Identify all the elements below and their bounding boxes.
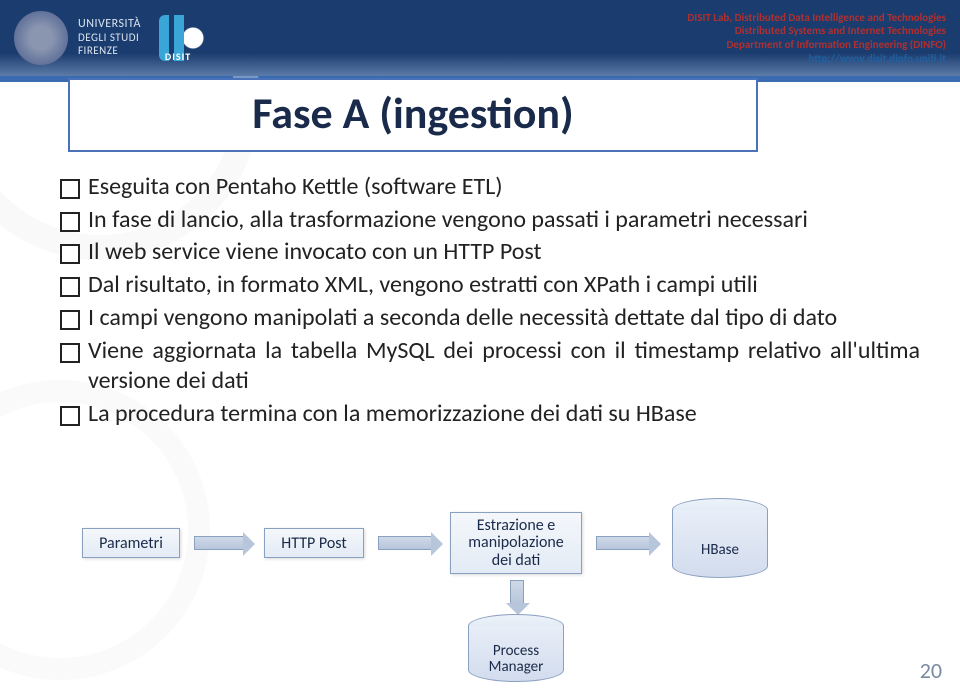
arrow-icon — [596, 536, 650, 550]
arrow-icon — [194, 536, 244, 550]
lab-subtitle: Distributed Systems and Internet Technol… — [687, 24, 946, 38]
uni-line-2: DEGLI STUDI — [78, 32, 141, 45]
bullet-list: Eseguita con Pentaho Kettle (software ET… — [60, 172, 920, 430]
flow-diagram: Parametri HTTP Post Estrazione e manipol… — [82, 512, 902, 682]
slide-title: Fase A (ingestion) — [80, 86, 746, 140]
diagram-cylinder-hbase: HBase — [672, 498, 768, 578]
lab-name: DISIT Lab, Distributed Data Intelligence… — [687, 11, 946, 25]
list-item: In fase di lancio, alla trasformazione v… — [60, 205, 920, 236]
cylinder-label-line: Manager — [489, 660, 544, 676]
list-item: I campi vengono manipolati a seconda del… — [60, 303, 920, 334]
header-affiliation: DISIT Lab, Distributed Data Intelligence… — [687, 11, 946, 66]
diagram-box-parametri: Parametri — [82, 528, 180, 558]
diagram-cylinder-process-manager: Process Manager — [468, 614, 564, 682]
arrow-down-icon — [510, 580, 524, 604]
page-number: 20 — [920, 657, 942, 684]
diagram-box-extraction: Estrazione e manipolazione dei dati — [450, 512, 582, 574]
cylinder-body: Process Manager — [468, 626, 564, 682]
arrow-icon — [378, 536, 432, 550]
cylinder-label: HBase — [701, 541, 739, 559]
header-bar: UNIVERSITÀ DEGLI STUDI FIRENZE DISIT Lab… — [0, 0, 960, 76]
lab-url: http://www.disit.dinfo.unifi.it — [687, 52, 946, 66]
disit-logo-icon — [159, 15, 227, 61]
university-seal-icon — [14, 11, 68, 65]
list-item: Il web service viene invocato con un HTT… — [60, 237, 920, 268]
cylinder-body: HBase — [672, 510, 768, 578]
diagram-box-line: dei dati — [492, 552, 541, 570]
slide-title-box: Fase A (ingestion) — [68, 78, 758, 152]
list-item: Viene aggiornata la tabella MySQL dei pr… — [60, 336, 920, 397]
list-item: Eseguita con Pentaho Kettle (software ET… — [60, 172, 920, 203]
diagram-box-line: manipolazione — [468, 534, 564, 552]
list-item: Dal risultato, in formato XML, vengono e… — [60, 270, 920, 301]
list-item: La procedura termina con la memorizzazio… — [60, 399, 920, 430]
uni-line-1: UNIVERSITÀ — [78, 18, 141, 32]
department-name: Department of Information Engineering (D… — [687, 38, 946, 52]
uni-line-3: FIRENZE — [78, 45, 141, 58]
university-name: UNIVERSITÀ DEGLI STUDI FIRENZE — [78, 18, 141, 57]
diagram-box-httppost: HTTP Post — [264, 528, 364, 558]
diagram-box-line: Estrazione e — [477, 517, 556, 535]
